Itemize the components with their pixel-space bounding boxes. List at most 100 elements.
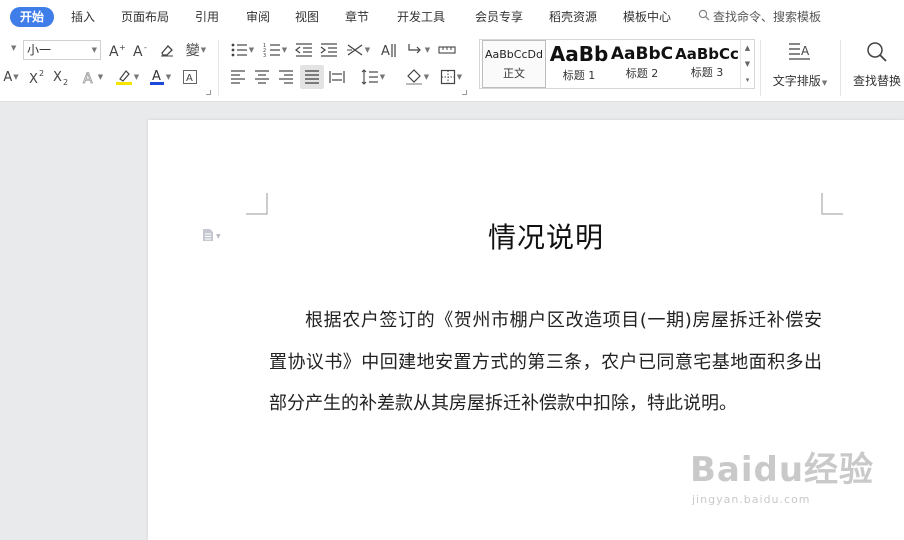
menu-bar: 开始 插入 页面布局 引用 审阅 视图 章节 开发工具 会员专享 稻壳资源 模板… xyxy=(0,0,904,34)
paragraph-layout-handle[interactable]: ▼ xyxy=(202,227,221,246)
shrink-font-icon: A- xyxy=(133,42,151,58)
subscript-icon: X2 xyxy=(53,69,71,85)
svg-text:A: A xyxy=(381,44,390,58)
chevron-up-icon[interactable]: ▲ xyxy=(745,44,750,52)
numbering-button[interactable]: 1 2 3 ▼ xyxy=(261,39,289,61)
svg-text:-: - xyxy=(144,43,147,52)
svg-text:A: A xyxy=(133,44,143,58)
svg-text:+: + xyxy=(119,43,126,52)
document-icon xyxy=(202,227,214,246)
text-outline-button[interactable]: A ▼ xyxy=(78,66,106,88)
align-right-icon xyxy=(278,70,294,84)
font-dialog-launcher[interactable] xyxy=(206,90,211,95)
svg-text:X: X xyxy=(53,70,62,85)
chinese-layout-icon xyxy=(346,42,364,58)
style-sample: AaBbCcDd xyxy=(485,48,543,61)
borders-button[interactable]: ▼ xyxy=(436,66,466,88)
bullets-button[interactable]: ▼ xyxy=(228,39,256,61)
text-effect-button[interactable]: A ▼ xyxy=(0,66,22,88)
tab-review[interactable]: 审阅 xyxy=(246,7,270,27)
numbered-list-icon: 123 xyxy=(263,42,281,58)
style-heading-1[interactable]: AaBb 标题 1 xyxy=(548,40,610,88)
document-body-paragraph[interactable]: 根据农户签订的《贺州市棚户区改造项目(一期)房屋拆迁补偿安置协议书》中回建地安置… xyxy=(269,300,822,425)
search-icon xyxy=(698,7,710,27)
document-title[interactable]: 情况说明 xyxy=(270,216,822,256)
tab-developer[interactable]: 开发工具 xyxy=(397,7,445,27)
group-separator xyxy=(840,40,841,96)
distributed-align-button[interactable] xyxy=(327,66,347,88)
shading-button[interactable]: ▼ xyxy=(402,66,432,88)
tab-view[interactable]: 视图 xyxy=(295,7,319,27)
grow-font-button[interactable]: A + xyxy=(108,39,128,61)
svg-text:A: A xyxy=(186,73,193,84)
style-sample: AaBb xyxy=(549,42,609,66)
tab-docer-resources[interactable]: 稻壳资源 xyxy=(549,7,597,27)
align-right-button[interactable] xyxy=(276,66,296,88)
line-spacing-button[interactable]: ▼ xyxy=(358,66,388,88)
font-color-icon: A xyxy=(149,68,165,86)
style-sample: AaBbCc xyxy=(675,45,739,63)
subscript-button[interactable]: X2 xyxy=(52,66,72,88)
styles-gallery-scroller[interactable]: ▲ ▼ ▾ xyxy=(740,40,754,88)
tab-page-layout[interactable]: 页面布局 xyxy=(121,7,169,27)
text-layout-icon: A xyxy=(788,41,812,66)
paragraph-dialog-launcher[interactable] xyxy=(462,90,467,95)
watermark-url: jingyan.baidu.com xyxy=(692,493,811,506)
watermark-brand: Baidu经验 xyxy=(690,450,875,490)
tab-member[interactable]: 会员专享 xyxy=(475,7,523,27)
chinese-layout-button[interactable]: ▼ xyxy=(344,39,372,61)
font-color-button[interactable]: A ▼ xyxy=(146,66,174,88)
text-layout-button[interactable]: A 文字排版▼ xyxy=(768,38,832,89)
justify-button[interactable] xyxy=(300,65,324,89)
style-normal[interactable]: AaBbCcDd 正文 xyxy=(482,40,546,88)
clear-format-button[interactable] xyxy=(157,39,177,61)
increase-indent-button[interactable] xyxy=(319,39,339,61)
font-name-dropdown-arrow[interactable]: ▼ xyxy=(11,44,16,52)
chevron-down-icon[interactable]: ▼ xyxy=(745,60,750,68)
superscript-icon: X2 xyxy=(29,69,47,85)
align-left-button[interactable] xyxy=(228,66,248,88)
sort-button[interactable]: ▼ xyxy=(404,39,432,61)
svg-text:2: 2 xyxy=(39,69,44,78)
style-name: 标题 3 xyxy=(690,66,724,79)
shrink-font-button[interactable]: A- xyxy=(132,39,152,61)
expand-gallery-icon[interactable]: ▾ xyxy=(746,76,750,84)
highlight-button[interactable]: ▼ xyxy=(112,66,142,88)
phonetic-guide-button[interactable]: 變 ▼ xyxy=(182,39,210,61)
align-left-icon xyxy=(230,70,246,84)
ruler-icon xyxy=(438,42,456,58)
find-replace-button[interactable]: 查找替换 xyxy=(846,38,904,89)
command-search[interactable]: 查找命令、搜索模板 xyxy=(698,7,821,27)
bulleted-list-icon xyxy=(230,42,248,58)
group-separator xyxy=(218,40,219,96)
superscript-button[interactable]: X2 xyxy=(28,66,48,88)
command-search-label: 查找命令、搜索模板 xyxy=(713,10,822,24)
margin-crop-mark xyxy=(821,193,843,215)
paint-bucket-icon xyxy=(405,68,423,86)
svg-text:A: A xyxy=(801,44,810,58)
svg-text:A: A xyxy=(109,44,119,58)
tab-template-center[interactable]: 模板中心 xyxy=(623,7,671,27)
style-heading-3[interactable]: AaBbCc 标题 3 xyxy=(674,40,740,88)
highlighter-icon xyxy=(115,68,133,86)
borders-icon xyxy=(440,69,456,85)
show-marks-button[interactable] xyxy=(437,39,457,61)
align-center-icon xyxy=(254,70,270,84)
font-size-select[interactable]: 小一 ▼ xyxy=(23,40,101,60)
ribbon-toolbar: ▼ 小一 ▼ A + A- 變 ▼ A ▼ X2 X2 A ▼ ▼ A ▼ A ▼ 123… xyxy=(0,34,904,102)
align-center-button[interactable] xyxy=(252,66,272,88)
decrease-indent-button[interactable] xyxy=(294,39,314,61)
tab-chapter[interactable]: 章节 xyxy=(345,7,369,27)
style-heading-2[interactable]: AaBbC 标题 2 xyxy=(610,40,674,88)
tab-insert[interactable]: 插入 xyxy=(71,7,95,27)
find-replace-label: 查找替换 xyxy=(852,74,901,88)
align-justify-icon xyxy=(304,70,320,84)
outdent-icon xyxy=(295,42,313,58)
styles-gallery: AaBbCcDd 正文 AaBb 标题 1 AaBbC 标题 2 AaBbCc … xyxy=(479,39,755,89)
chevron-down-icon: ▼ xyxy=(216,233,221,240)
character-border-button[interactable]: A xyxy=(180,66,200,88)
tab-references[interactable]: 引用 xyxy=(195,7,219,27)
tab-home[interactable]: 开始 xyxy=(10,7,55,27)
text-direction-button[interactable]: A xyxy=(379,39,399,61)
magnifier-icon xyxy=(865,41,889,66)
